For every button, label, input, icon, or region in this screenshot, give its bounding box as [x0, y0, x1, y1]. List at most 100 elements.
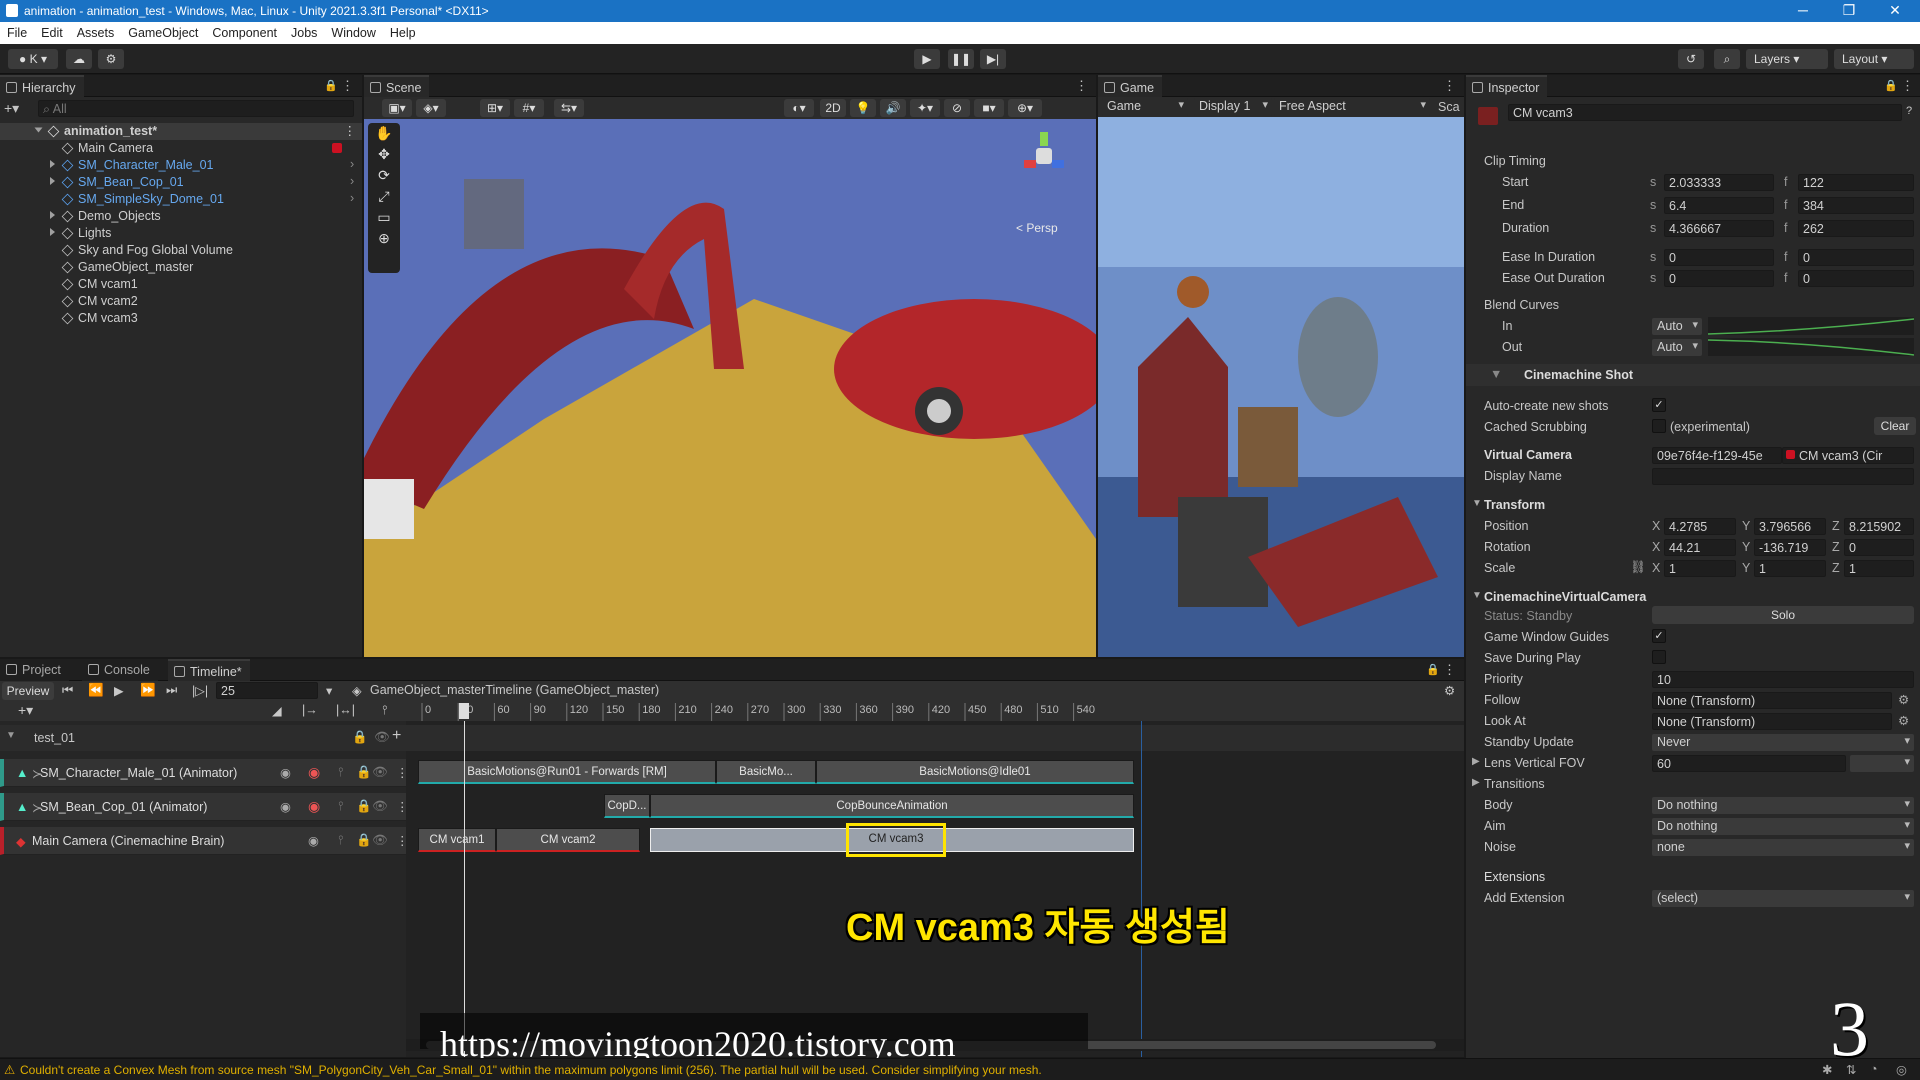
- vcam-reference-field[interactable]: CM vcam3 (Cir: [1782, 447, 1914, 464]
- lens-foldout-icon[interactable]: ▶: [1472, 756, 1480, 767]
- notification-icon[interactable]: ◔: [1870, 1062, 1878, 1076]
- rotation-y-field[interactable]: -136.719: [1754, 539, 1826, 556]
- cloud-icon[interactable]: ☁: [66, 49, 92, 69]
- scale-tool-icon[interactable]: ⤢: [368, 186, 400, 207]
- scale-x-field[interactable]: 1: [1664, 560, 1736, 577]
- object-picker-icon[interactable]: ◉: [308, 833, 319, 848]
- pause-button[interactable]: ❚❚: [948, 49, 974, 69]
- transform-foldout-icon[interactable]: ▼: [1472, 498, 1482, 509]
- clip-vcam2[interactable]: CM vcam2: [496, 828, 640, 852]
- chevron-right-icon[interactable]: ›: [350, 191, 354, 205]
- more-icon[interactable]: ⋮: [1075, 78, 1088, 94]
- hierarchy-item-character[interactable]: SM_Character_Male_01 ›: [0, 157, 362, 174]
- clear-button[interactable]: Clear: [1874, 417, 1916, 435]
- collab-icon[interactable]: ⚙: [98, 49, 124, 69]
- toggle-2d-button[interactable]: 2D: [820, 99, 846, 117]
- clip-basicmo[interactable]: BasicMo...: [716, 760, 816, 784]
- rotate-tool-icon[interactable]: ⟳: [368, 165, 400, 186]
- noise-dropdown[interactable]: none: [1652, 839, 1914, 856]
- frame-field[interactable]: 25: [216, 682, 318, 699]
- clip-edit-mode-icon[interactable]: ◢: [272, 703, 282, 718]
- play-icon[interactable]: ▶: [114, 683, 124, 698]
- hierarchy-item-lights[interactable]: Lights: [0, 225, 362, 242]
- position-z-field[interactable]: 8.215902: [1844, 518, 1914, 535]
- shading-icon[interactable]: ◐▾: [784, 99, 814, 117]
- record-icon[interactable]: ◉: [308, 764, 320, 781]
- tab-game[interactable]: Game: [1098, 75, 1163, 97]
- render-mode-icon[interactable]: ◈▾: [416, 99, 446, 117]
- effects-icon[interactable]: ✦▾: [910, 99, 940, 117]
- menu-window[interactable]: Window: [324, 22, 382, 40]
- add-icon[interactable]: +▾: [4, 100, 19, 117]
- cache-icon[interactable]: ◎: [1896, 1062, 1907, 1077]
- lens-preset-dropdown[interactable]: [1850, 755, 1914, 772]
- game-window-guides-checkbox[interactable]: ✓: [1652, 629, 1666, 643]
- camera-icon[interactable]: ■▾: [974, 99, 1004, 117]
- add-extension-dropdown[interactable]: (select): [1652, 890, 1914, 907]
- transitions-foldout-icon[interactable]: ▶: [1472, 777, 1480, 788]
- ease-out-seconds-field[interactable]: 0: [1664, 270, 1774, 287]
- display-dropdown[interactable]: Display 1: [1194, 98, 1272, 116]
- orientation-gizmo[interactable]: [1014, 130, 1074, 190]
- position-y-field[interactable]: 3.796566: [1754, 518, 1826, 535]
- clip-run[interactable]: BasicMotions@Run01 - Forwards [RM]: [418, 760, 716, 784]
- hierarchy-item-vcam2[interactable]: CM vcam2: [0, 293, 362, 310]
- auto-create-checkbox[interactable]: ✓: [1652, 398, 1666, 412]
- menu-jobs[interactable]: Jobs: [284, 22, 324, 40]
- group-foldout-icon[interactable]: ▼: [6, 730, 16, 741]
- ease-in-frames-field[interactable]: 0: [1798, 249, 1914, 266]
- lock-icon[interactable]: 🔒: [1884, 79, 1898, 92]
- goto-start-icon[interactable]: ⏮: [62, 683, 73, 698]
- visibility-icon[interactable]: 👁: [374, 730, 390, 745]
- track-beancop-animator[interactable]: ▲ ≻ SM_Bean_Cop_01 (Animator) ◉ ◉ ⫯ 🔒 👁 …: [0, 793, 409, 821]
- goto-end-icon[interactable]: ⏭: [166, 683, 177, 698]
- collapse-arrow-icon[interactable]: [50, 177, 55, 185]
- blend-out-curve[interactable]: [1708, 338, 1914, 356]
- track-main-camera-brain[interactable]: ◆ Main Camera (Cinemachine Brain) ◉ ⫯ 🔒 …: [0, 827, 409, 855]
- rect-tool-icon[interactable]: ▭: [368, 207, 400, 228]
- look-at-field[interactable]: None (Transform): [1652, 713, 1892, 730]
- audio-icon[interactable]: 🔊: [880, 99, 906, 117]
- scale-z-field[interactable]: 1: [1844, 560, 1914, 577]
- ripple-mode-icon[interactable]: |→: [302, 703, 318, 717]
- pin-icon[interactable]: ⫯: [338, 799, 343, 814]
- hierarchy-item-gameobject-master[interactable]: GameObject_master: [0, 259, 362, 276]
- clip-vcam1[interactable]: CM vcam1: [418, 828, 496, 852]
- hierarchy-item-sky-dome[interactable]: SM_SimpleSky_Dome_01 ›: [0, 191, 362, 208]
- start-frames-field[interactable]: 122: [1798, 174, 1914, 191]
- menu-component[interactable]: Component: [205, 22, 284, 40]
- blend-out-dropdown[interactable]: Auto: [1652, 339, 1702, 356]
- add-track-icon[interactable]: +▾: [18, 702, 33, 719]
- collapse-arrow-icon[interactable]: [50, 160, 55, 168]
- blend-in-curve[interactable]: [1708, 317, 1914, 335]
- chevron-right-icon[interactable]: ›: [350, 157, 354, 171]
- ease-out-frames-field[interactable]: 0: [1798, 270, 1914, 287]
- more-icon[interactable]: ⋮: [1443, 78, 1456, 94]
- hierarchy-item-bean-cop[interactable]: SM_Bean_Cop_01 ›: [0, 174, 362, 191]
- status-message[interactable]: Couldn't create a Convex Mesh from sourc…: [20, 1063, 1080, 1077]
- follow-field[interactable]: None (Transform): [1652, 692, 1892, 709]
- close-button[interactable]: ✕: [1880, 2, 1910, 19]
- grid-icon[interactable]: #▾: [514, 99, 544, 117]
- snap-icon[interactable]: ⫯: [382, 703, 387, 718]
- increment-snap-icon[interactable]: ⇆▾: [554, 99, 584, 117]
- draw-mode-icon[interactable]: ▣▾: [382, 99, 412, 117]
- object-name-field[interactable]: CM vcam3: [1508, 104, 1902, 121]
- body-dropdown[interactable]: Do nothing: [1652, 797, 1914, 814]
- position-x-field[interactable]: 4.2785: [1664, 518, 1736, 535]
- time-ruler[interactable]: 0306090120150180210240270300330360390420…: [406, 701, 1464, 721]
- lock-track-icon[interactable]: 🔒: [352, 730, 368, 745]
- lock-icon[interactable]: 🔒: [324, 79, 338, 92]
- standby-update-dropdown[interactable]: Never: [1652, 734, 1914, 751]
- account-button[interactable]: ● K ▾: [8, 49, 58, 69]
- menu-file[interactable]: File: [0, 22, 34, 40]
- constrain-proportions-icon[interactable]: ⛓: [1630, 560, 1646, 575]
- more-icon[interactable]: ⋮: [1443, 662, 1456, 678]
- tab-project[interactable]: Project: [0, 659, 69, 681]
- ease-in-seconds-field[interactable]: 0: [1664, 249, 1774, 266]
- bug-icon[interactable]: ✱: [1822, 1062, 1832, 1077]
- record-icon[interactable]: ◉: [308, 798, 320, 815]
- lens-fov-field[interactable]: 60: [1652, 755, 1846, 772]
- end-frames-field[interactable]: 384: [1798, 197, 1914, 214]
- start-seconds-field[interactable]: 2.033333: [1664, 174, 1774, 191]
